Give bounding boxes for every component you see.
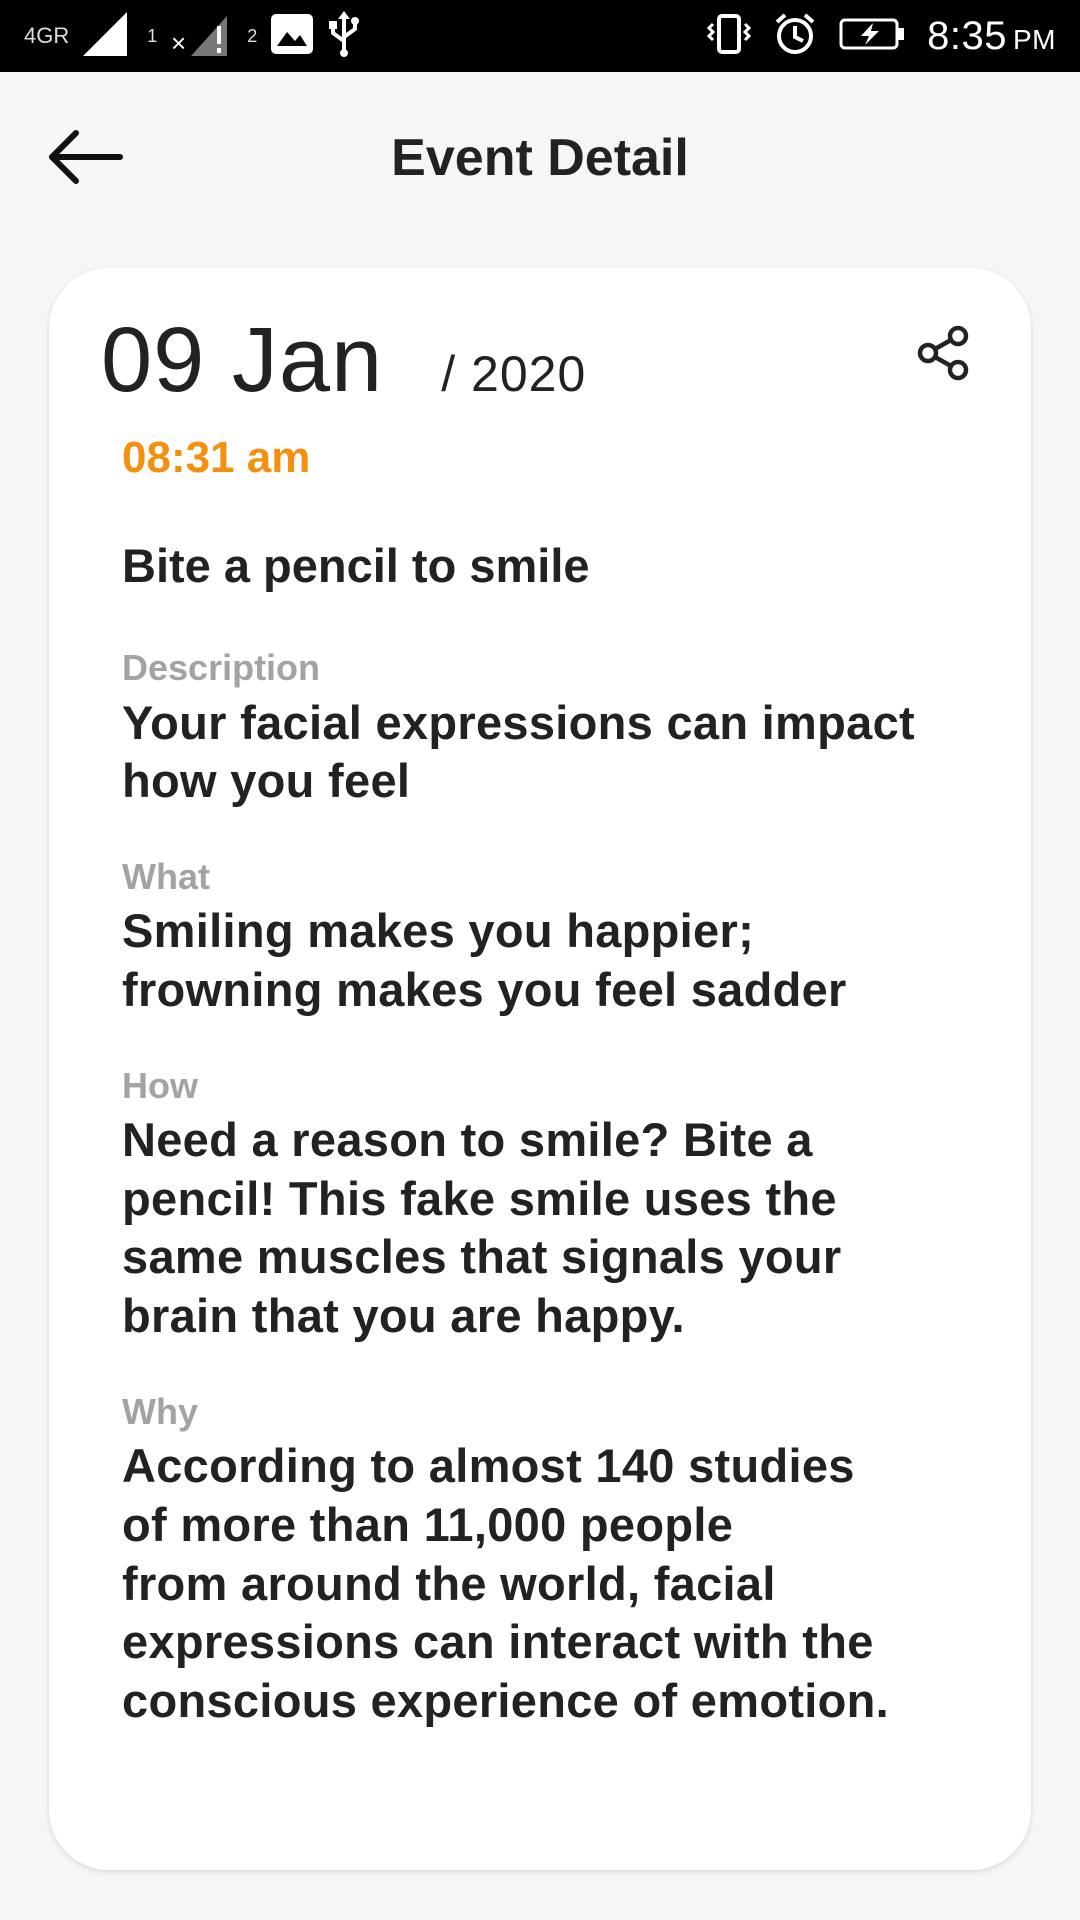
share-icon <box>916 325 972 385</box>
event-date: 09 Jan / 2020 <box>101 308 586 413</box>
svg-text:×: × <box>171 28 186 56</box>
clock-ampm: PM <box>1013 23 1056 55</box>
status-bar-time: 8:35 PM <box>927 14 1056 59</box>
why-section: Why According to almost 140 studies of m… <box>122 1390 1002 1731</box>
section-text: Your facial expressions can impact how y… <box>122 695 915 808</box>
sim2-label: 2 <box>247 25 258 46</box>
page-title: Event Detail <box>391 129 689 187</box>
section-label: Why <box>122 1390 198 1432</box>
signal-icon <box>83 12 133 60</box>
section-label: Description <box>122 647 321 689</box>
usb-icon <box>327 11 361 61</box>
network-type-label: 4GR <box>24 23 70 48</box>
description-section: Description Your facial expressions can … <box>122 646 1002 811</box>
event-title: Bite a pencil to smile <box>122 539 590 592</box>
section-label: What <box>122 856 210 898</box>
section-text: Smiling makes you happier; frowning make… <box>122 904 847 1017</box>
vibrate-icon <box>707 12 752 60</box>
image-icon <box>271 14 314 58</box>
status-bar: 4GR 1 × 2 8:35 PM <box>0 0 1080 72</box>
status-bar-right: 8:35 PM <box>707 0 1056 72</box>
section-label: How <box>122 1064 198 1106</box>
status-bar-left: 4GR 1 × 2 <box>24 0 361 72</box>
how-section: How Need a reason to smile? Bite a penci… <box>122 1064 1002 1346</box>
section-text: According to almost 140 studies of more … <box>122 1439 890 1728</box>
event-date-day-month: 09 Jan <box>101 309 384 411</box>
what-section: What Smiling makes you happier; frowning… <box>122 855 1002 1020</box>
event-date-year: / 2020 <box>441 346 587 402</box>
clock-time: 8:35 <box>927 13 1007 58</box>
section-text: Need a reason to smile? Bite a pencil! T… <box>122 1112 842 1343</box>
alarm-icon <box>773 12 817 60</box>
event-card: 09 Jan / 2020 08:31 am Bite a pencil to … <box>49 268 1031 1870</box>
event-content: Bite a pencil to smile Description Your … <box>122 538 1002 1775</box>
event-time: 08:31 am <box>122 433 311 482</box>
app-header: Event Detail <box>0 72 1080 248</box>
share-button[interactable] <box>909 320 979 390</box>
no-signal-icon: × <box>171 12 233 60</box>
battery-charging-icon <box>839 17 905 55</box>
sim1-label: 1 <box>147 25 158 46</box>
